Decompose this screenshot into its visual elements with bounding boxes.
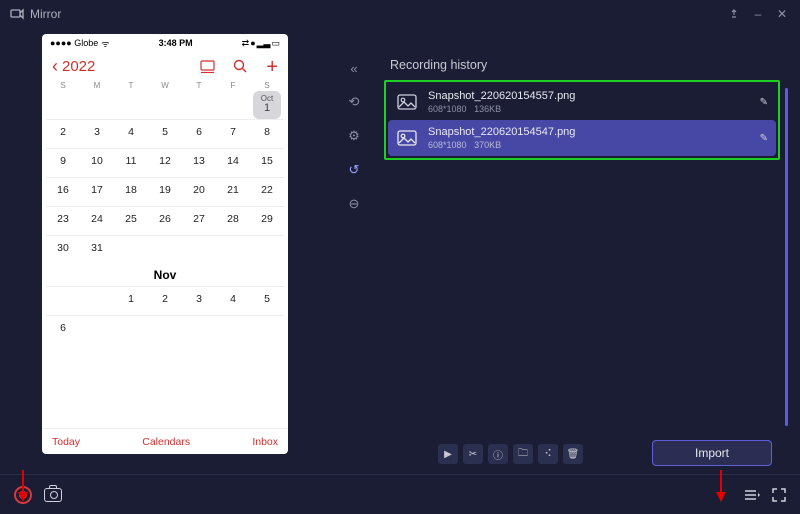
calendar-year[interactable]: 2022 bbox=[62, 58, 95, 75]
calendar-footer: Today Calendars Inbox bbox=[42, 428, 288, 454]
view-mode-icon[interactable] bbox=[200, 60, 215, 73]
snapshot-button[interactable] bbox=[44, 488, 62, 502]
calendar-header: ‹ 2022 + bbox=[42, 50, 288, 81]
history-toolbar: ▶ ✂ ⓘ 🗀 ⠪ 🗑 bbox=[438, 444, 583, 464]
day-cell[interactable]: 31 bbox=[80, 235, 114, 264]
day-cell[interactable]: 7 bbox=[216, 119, 250, 148]
day-cell[interactable]: 5 bbox=[250, 286, 284, 315]
bottom-bar bbox=[0, 474, 800, 514]
day-cell[interactable]: 16 bbox=[46, 177, 80, 206]
day-cell[interactable]: 13 bbox=[182, 148, 216, 177]
day-cell[interactable]: 4 bbox=[114, 119, 148, 148]
fullscreen-icon[interactable] bbox=[772, 488, 786, 502]
inbox-button[interactable]: Inbox bbox=[252, 436, 278, 448]
panel-title: Recording history bbox=[384, 58, 780, 72]
phone-time: 3:48 PM bbox=[109, 38, 241, 48]
day-cell[interactable]: 2 bbox=[46, 119, 80, 148]
day-cell[interactable]: 17 bbox=[80, 177, 114, 206]
image-icon bbox=[396, 129, 418, 147]
import-button[interactable]: Import bbox=[652, 440, 772, 466]
day-cell[interactable]: 25 bbox=[114, 206, 148, 235]
weekday-header: SMTWTFS bbox=[42, 81, 288, 90]
day-cell[interactable]: 19 bbox=[148, 177, 182, 206]
list-toggle-icon[interactable] bbox=[744, 488, 760, 502]
wifi-icon: ᯤ bbox=[101, 37, 109, 50]
day-cell[interactable]: 29 bbox=[250, 206, 284, 235]
day-cell[interactable]: 26 bbox=[148, 206, 182, 235]
day-cell[interactable]: 6 bbox=[46, 315, 80, 344]
history-item-name: Snapshot_220620154557.png bbox=[428, 90, 750, 102]
month-badge-oct[interactable]: Oct1 bbox=[250, 90, 284, 119]
day-cell[interactable]: 18 bbox=[114, 177, 148, 206]
collapse-icon[interactable]: « bbox=[344, 58, 364, 78]
scrollbar[interactable] bbox=[785, 88, 788, 426]
calendars-button[interactable]: Calendars bbox=[80, 436, 252, 448]
phone-status-bar: ●●●● Globe ᯤ 3:48 PM ⇄●▂▃▭ bbox=[42, 34, 288, 50]
day-cell[interactable]: 5 bbox=[148, 119, 182, 148]
app-title: Mirror bbox=[30, 7, 61, 21]
add-icon[interactable]: + bbox=[266, 61, 278, 73]
day-cell[interactable]: 14 bbox=[216, 148, 250, 177]
history-item[interactable]: Snapshot_220620154557.png 608*1080 136KB… bbox=[388, 84, 776, 120]
edit-icon[interactable]: ✎ bbox=[760, 133, 768, 144]
day-cell[interactable]: 11 bbox=[114, 148, 148, 177]
image-icon bbox=[396, 93, 418, 111]
day-cell[interactable]: 12 bbox=[148, 148, 182, 177]
play-icon[interactable]: ▶ bbox=[438, 444, 458, 464]
day-cell[interactable]: 8 bbox=[250, 119, 284, 148]
day-cell[interactable]: 21 bbox=[216, 177, 250, 206]
minimize-icon[interactable]: – bbox=[750, 6, 766, 22]
phone-mirror-pane: ●●●● Globe ᯤ 3:48 PM ⇄●▂▃▭ ‹ 2022 + SMTW… bbox=[0, 28, 330, 474]
history-item[interactable]: Snapshot_220620154547.png 608*1080 370KB… bbox=[388, 120, 776, 156]
title-bar: Mirror – ✕ bbox=[0, 0, 800, 28]
day-cell[interactable]: 4 bbox=[216, 286, 250, 315]
day-cell[interactable]: 1 bbox=[114, 286, 148, 315]
remove-icon[interactable]: ⊖ bbox=[344, 194, 364, 214]
info-icon[interactable]: ⓘ bbox=[488, 444, 508, 464]
edit-icon[interactable]: ✎ bbox=[760, 97, 768, 108]
settings-icon[interactable]: ⚙ bbox=[344, 126, 364, 146]
day-cell[interactable]: 30 bbox=[46, 235, 80, 264]
mirrored-phone-screen: ●●●● Globe ᯤ 3:48 PM ⇄●▂▃▭ ‹ 2022 + SMTW… bbox=[42, 34, 288, 454]
day-cell[interactable]: 24 bbox=[80, 206, 114, 235]
month-label-nov: Nov bbox=[46, 264, 284, 286]
day-cell[interactable]: 20 bbox=[182, 177, 216, 206]
day-cell[interactable]: 10 bbox=[80, 148, 114, 177]
search-icon[interactable] bbox=[233, 59, 248, 74]
side-toolbar: « ⟲ ⚙ ↺ ⊖ bbox=[330, 28, 378, 474]
day-cell[interactable]: 3 bbox=[182, 286, 216, 315]
day-cell[interactable]: 6 bbox=[182, 119, 216, 148]
day-cell[interactable]: 2 bbox=[148, 286, 182, 315]
day-cell[interactable]: 3 bbox=[80, 119, 114, 148]
folder-icon[interactable]: 🗀 bbox=[513, 444, 533, 464]
refresh-icon[interactable]: ⟲ bbox=[344, 92, 364, 112]
recording-history-panel: Recording history Snapshot_220620154557.… bbox=[378, 28, 800, 474]
day-cell[interactable]: 9 bbox=[46, 148, 80, 177]
cut-icon[interactable]: ✂ bbox=[463, 444, 483, 464]
app-logo-icon bbox=[10, 7, 24, 21]
history-icon[interactable]: ↺ bbox=[344, 160, 364, 180]
window-controls: – ✕ bbox=[726, 6, 790, 22]
day-cell[interactable]: 28 bbox=[216, 206, 250, 235]
share-icon[interactable]: ⠪ bbox=[538, 444, 558, 464]
carrier-label: ●●●● Globe bbox=[50, 38, 98, 48]
day-cell[interactable]: 27 bbox=[182, 206, 216, 235]
calendar-grid: Oct1 2345678 9101112131415 1617181920212… bbox=[42, 90, 288, 428]
pin-icon[interactable] bbox=[726, 6, 742, 22]
history-highlight-box: Snapshot_220620154557.png 608*1080 136KB… bbox=[384, 80, 780, 160]
today-button[interactable]: Today bbox=[52, 436, 80, 448]
back-chevron-icon[interactable]: ‹ bbox=[52, 56, 58, 77]
delete-icon[interactable]: 🗑 bbox=[563, 444, 583, 464]
day-cell[interactable]: 22 bbox=[250, 177, 284, 206]
phone-status-right: ⇄●▂▃▭ bbox=[242, 38, 280, 49]
close-icon[interactable]: ✕ bbox=[774, 6, 790, 22]
history-item-name: Snapshot_220620154547.png bbox=[428, 126, 750, 138]
day-cell[interactable]: 15 bbox=[250, 148, 284, 177]
day-cell[interactable]: 23 bbox=[46, 206, 80, 235]
